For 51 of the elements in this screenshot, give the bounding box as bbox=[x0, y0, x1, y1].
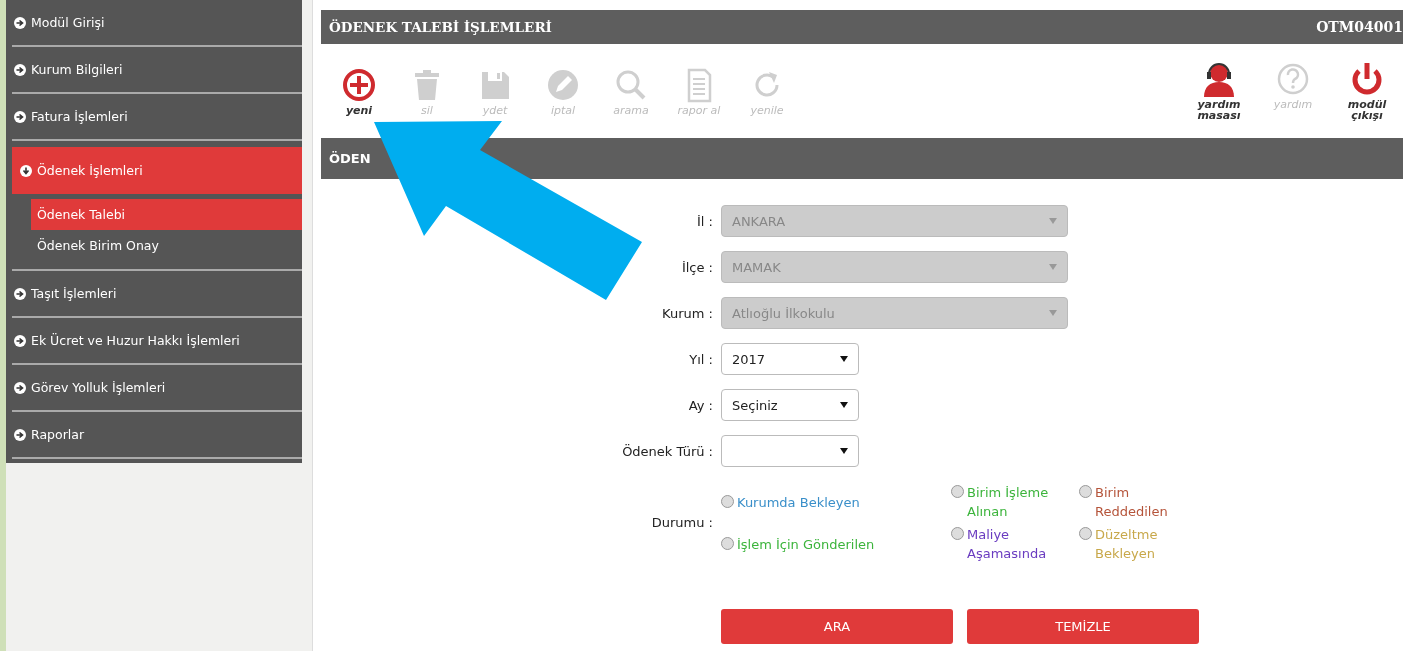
caret-icon bbox=[840, 448, 848, 454]
status-radio[interactable]: İşlem İçin Gönderilen bbox=[721, 534, 951, 554]
dropdown-field[interactable]: 2017 bbox=[721, 343, 859, 375]
field-label: Kurum : bbox=[661, 305, 713, 321]
toolbar-button[interactable]: yeni bbox=[327, 66, 391, 116]
sidebar-item[interactable]: Ek Ücret ve Huzur Hakkı İşlemleri bbox=[12, 318, 302, 365]
arrow-right-circle-icon bbox=[14, 110, 26, 123]
sidebar-item[interactable]: Modül Girişi bbox=[12, 0, 302, 47]
panel-title: ÖDENEK TALEBİ İŞLEMLERİ bbox=[329, 19, 552, 35]
dropdown-field[interactable]: Seçiniz bbox=[721, 389, 859, 421]
arrow-right-circle-icon bbox=[14, 287, 26, 300]
sidebar-item[interactable]: Fatura İşlemleri bbox=[12, 94, 302, 141]
arrow-down-circle-icon bbox=[20, 164, 32, 177]
status-radio[interactable]: Birim İşleme Alınan bbox=[951, 483, 1079, 521]
arrow-right-circle-icon bbox=[14, 334, 26, 347]
sidebar-item[interactable]: Ödenek İşlemleri bbox=[12, 147, 302, 194]
sidebar-subitem[interactable]: Ödenek Talebi bbox=[31, 199, 302, 230]
arrow-right-circle-icon bbox=[14, 16, 26, 29]
section-title: ÖDEN bbox=[329, 151, 371, 166]
arrow-right-circle-icon bbox=[14, 63, 26, 76]
screen-code: OTM04001 bbox=[1316, 19, 1403, 35]
action-button[interactable]: ARA bbox=[721, 609, 953, 644]
caret-icon bbox=[1049, 218, 1057, 224]
caret-icon bbox=[840, 402, 848, 408]
toolbar-button[interactable]: yardım masası bbox=[1183, 61, 1255, 121]
toolbar-button[interactable]: modül çıkışı bbox=[1331, 61, 1403, 121]
field-label: Durumu : bbox=[650, 514, 713, 530]
field-label: İlçe : bbox=[680, 259, 713, 275]
field-label: Ay : bbox=[687, 397, 713, 413]
dropdown-field[interactable] bbox=[721, 435, 859, 467]
sidebar-item[interactable]: Görev Yolluk İşlemleri bbox=[12, 365, 302, 412]
status-radio[interactable]: Maliye Aşamasında bbox=[951, 525, 1079, 563]
sidebar-item[interactable]: Kurum Bilgileri bbox=[12, 47, 302, 94]
field-label: İl : bbox=[696, 213, 713, 229]
sidebar-subitem[interactable]: Ödenek Birim Onay bbox=[31, 230, 302, 261]
status-radio[interactable]: Birim Reddedilen bbox=[1079, 483, 1189, 521]
caret-icon bbox=[1049, 310, 1057, 316]
caret-icon bbox=[840, 356, 848, 362]
status-radio[interactable]: Kurumda Bekleyen bbox=[721, 492, 951, 512]
plus-circle-icon bbox=[341, 66, 377, 103]
status-radio[interactable]: Düzeltme Bekleyen bbox=[1079, 525, 1189, 563]
sidebar-item[interactable]: Taşıt İşlemleri bbox=[12, 271, 302, 318]
arrow-right-circle-icon bbox=[14, 381, 26, 394]
caret-icon bbox=[1049, 264, 1057, 270]
action-button[interactable]: TEMİZLE bbox=[967, 609, 1199, 644]
field-label: Yıl : bbox=[688, 351, 713, 367]
help-icon bbox=[1275, 61, 1311, 97]
arrow-right-circle-icon bbox=[14, 428, 26, 441]
field-label: Ödenek Türü : bbox=[621, 443, 713, 459]
sidebar-item[interactable]: Raporlar bbox=[12, 412, 302, 459]
headset-person-icon bbox=[1201, 61, 1237, 97]
